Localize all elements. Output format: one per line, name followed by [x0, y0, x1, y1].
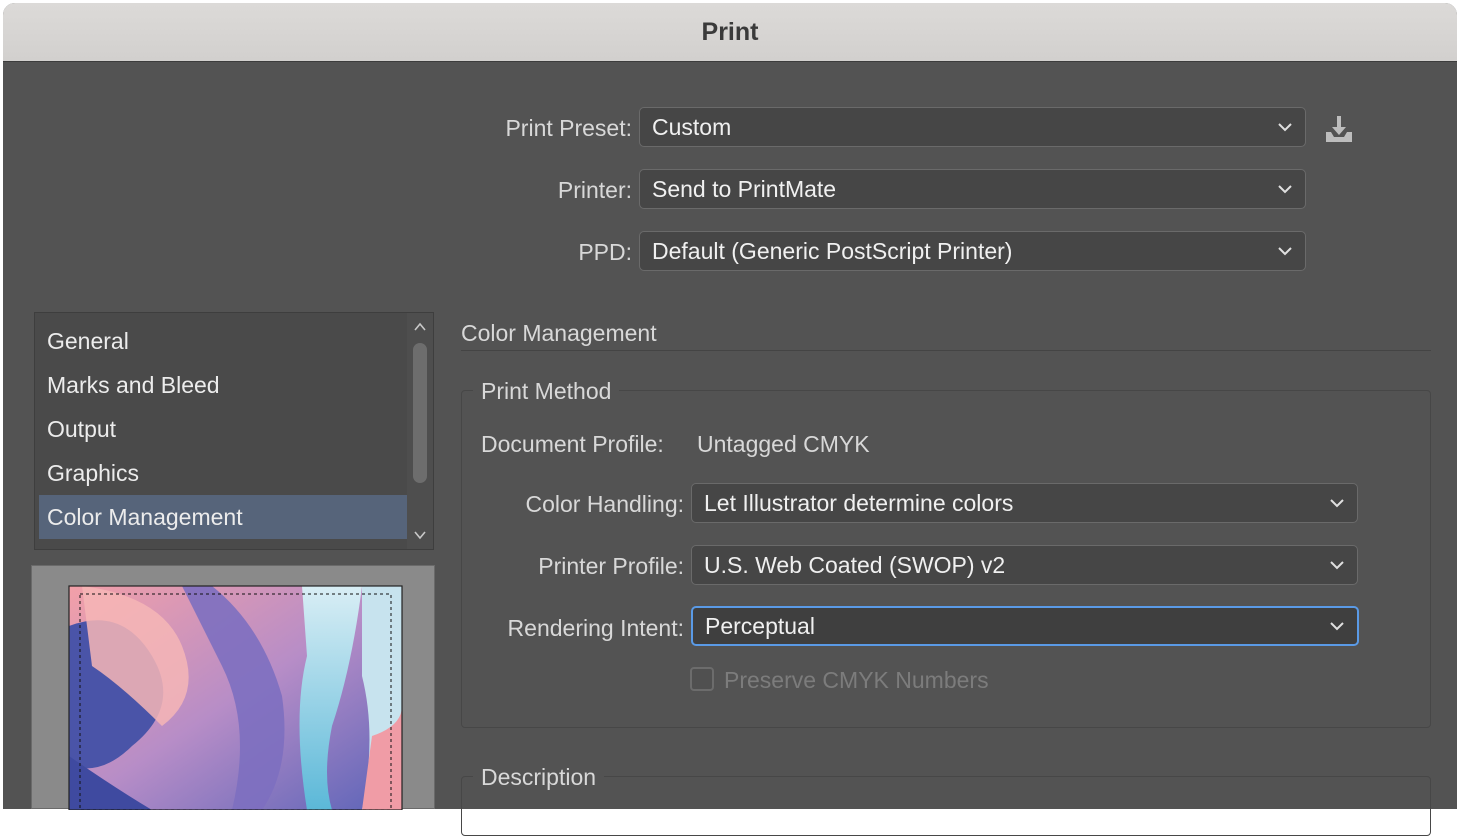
printer-profile-value: U.S. Web Coated (SWOP) v2: [704, 551, 1006, 578]
print-preset-value: Custom: [652, 113, 732, 140]
chevron-down-icon: [1265, 232, 1305, 270]
printer-select[interactable]: Send to PrintMate: [639, 169, 1306, 209]
sidebar-item-label: General: [47, 327, 129, 354]
document-profile-value: Untagged CMYK: [697, 431, 870, 457]
chevron-down-icon: [1265, 108, 1305, 146]
chevron-down-icon: [1317, 546, 1357, 584]
chevron-up-icon[interactable]: [412, 319, 428, 335]
sidebar-item-label: Color Management: [47, 503, 243, 530]
sidebar-item-label: Output: [47, 415, 117, 442]
section-title: Color Management: [461, 320, 657, 346]
sidebar-item-label: Marks and Bleed: [47, 371, 220, 398]
preview-artwork: [68, 585, 403, 811]
printer-label: Printer:: [557, 177, 632, 203]
window-title: Print: [701, 17, 759, 46]
description-group: [461, 776, 1431, 836]
sidebar-item-output[interactable]: Output: [39, 407, 407, 451]
printer-profile-select[interactable]: U.S. Web Coated (SWOP) v2: [691, 545, 1358, 585]
document-profile-label: Document Profile:: [481, 431, 664, 457]
ppd-select[interactable]: Default (Generic PostScript Printer): [639, 231, 1306, 271]
sidebar-item-general[interactable]: General: [39, 319, 407, 363]
rendering-intent-value: Perceptual: [705, 612, 815, 639]
category-list[interactable]: General Marks and Bleed Output Graphics …: [34, 312, 434, 550]
save-preset-icon[interactable]: [1322, 112, 1356, 146]
color-handling-label: Color Handling:: [525, 491, 684, 517]
preserve-cmyk-label: Preserve CMYK Numbers: [724, 667, 989, 693]
title-bar: Print: [3, 3, 1457, 62]
chevron-down-icon: [1317, 484, 1357, 522]
section-divider: [461, 350, 1431, 351]
print-preview: [31, 565, 435, 811]
list-scrollbar[interactable]: [407, 313, 433, 549]
ppd-label: PPD:: [578, 239, 632, 265]
color-handling-select[interactable]: Let Illustrator determine colors: [691, 483, 1358, 523]
color-handling-value: Let Illustrator determine colors: [704, 489, 1014, 516]
printer-profile-label: Printer Profile:: [538, 553, 684, 579]
chevron-down-icon[interactable]: [412, 527, 428, 543]
sidebar-item-label: Graphics: [47, 459, 140, 486]
ppd-value: Default (Generic PostScript Printer): [652, 237, 1013, 264]
print-preset-select[interactable]: Custom: [639, 107, 1306, 147]
print-method-title: Print Method: [473, 378, 620, 405]
preserve-cmyk-checkbox[interactable]: [690, 667, 714, 691]
rendering-intent-label: Rendering Intent:: [507, 615, 684, 641]
chevron-down-icon: [1265, 170, 1305, 208]
scroll-thumb[interactable]: [413, 343, 427, 483]
description-title: Description: [473, 764, 605, 791]
sidebar-item-graphics[interactable]: Graphics: [39, 451, 407, 495]
print-preset-label: Print Preset:: [505, 115, 632, 141]
sidebar-item-marks-and-bleed[interactable]: Marks and Bleed: [39, 363, 407, 407]
chevron-down-icon: [1317, 608, 1357, 644]
rendering-intent-select[interactable]: Perceptual: [691, 606, 1359, 646]
printer-value: Send to PrintMate: [652, 175, 837, 202]
sidebar-item-color-management[interactable]: Color Management: [39, 495, 407, 539]
